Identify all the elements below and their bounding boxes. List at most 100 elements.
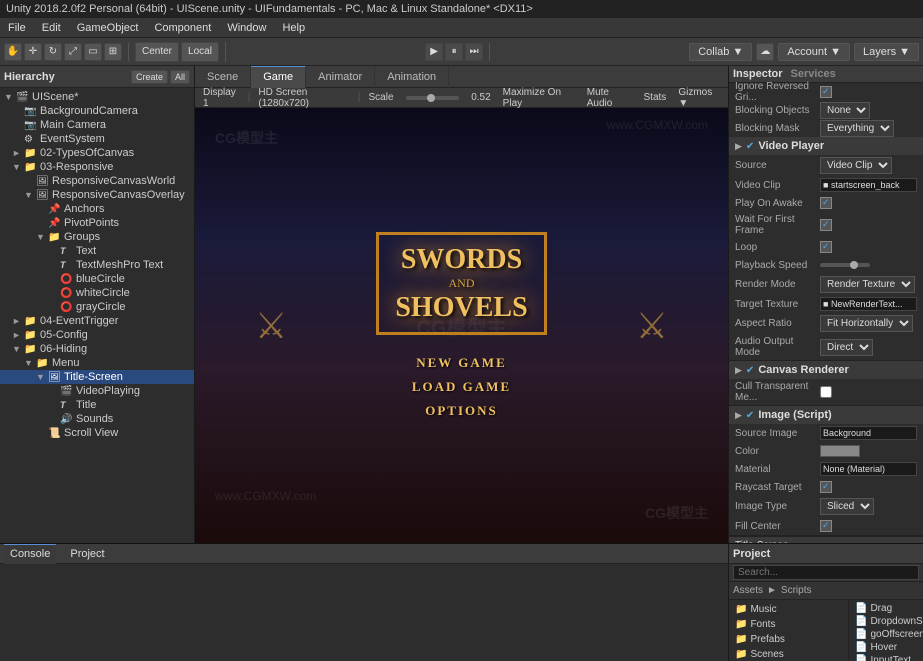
menu-window[interactable]: Window bbox=[219, 18, 274, 37]
inspector-tab[interactable]: Inspector bbox=[733, 68, 783, 80]
breadcrumb-assets[interactable]: Assets bbox=[733, 585, 763, 596]
tree-item-bluecircle[interactable]: ⭕blueCircle bbox=[0, 272, 194, 286]
loop-checkbox[interactable] bbox=[820, 241, 832, 253]
canvas-renderer-header[interactable]: ▶ ✔ Canvas Renderer bbox=[729, 361, 923, 379]
video-player-header[interactable]: ▶ ✔ Video Player bbox=[729, 137, 923, 155]
play-btn[interactable]: ▶ bbox=[425, 43, 443, 61]
tree-item-whitecircle[interactable]: ⭕whiteCircle bbox=[0, 286, 194, 300]
tree-item-text[interactable]: TText bbox=[0, 244, 194, 258]
rendermode-dropdown[interactable]: Render Texture bbox=[820, 276, 915, 293]
services-tab[interactable]: Services bbox=[791, 68, 836, 80]
file-hover[interactable]: 📄Hover bbox=[851, 641, 921, 654]
center-btn[interactable]: Center bbox=[135, 42, 179, 62]
console-tab[interactable]: Console bbox=[4, 544, 56, 564]
tree-item-pivotpoints[interactable]: 📌PivotPoints bbox=[0, 216, 194, 230]
hierarchy-create-btn[interactable]: Create bbox=[131, 70, 168, 84]
scene-tab-game[interactable]: Game bbox=[251, 66, 306, 88]
tree-item-titlescreen[interactable]: ▼🖼Title-Screen bbox=[0, 370, 194, 384]
folder-scenes[interactable]: 📁Scenes bbox=[731, 647, 846, 661]
step-btn[interactable]: ⏭ bbox=[465, 43, 483, 61]
folder-music[interactable]: 📁Music bbox=[731, 602, 846, 617]
resolution-selector[interactable]: HD Screen (1280x720) bbox=[254, 87, 354, 109]
waitforfirstframe-checkbox[interactable] bbox=[820, 219, 832, 231]
blocking-mask-dropdown[interactable]: Everything bbox=[820, 120, 894, 137]
raycasttarget-checkbox[interactable] bbox=[820, 481, 832, 493]
maximize-on-play-btn[interactable]: Maximize On Play bbox=[499, 87, 579, 109]
file-dropdownselection[interactable]: 📄DropdownSelection bbox=[851, 615, 921, 628]
layers-btn[interactable]: Layers ▼ bbox=[854, 43, 919, 61]
tree-item-maincam[interactable]: 📷Main Camera bbox=[0, 118, 194, 132]
hand-tool[interactable]: ✋ bbox=[4, 43, 22, 61]
rect-tool[interactable]: ▭ bbox=[84, 43, 102, 61]
playbackspeed-slider[interactable] bbox=[820, 263, 870, 267]
tree-item-bgcam[interactable]: 📷BackgroundCamera bbox=[0, 104, 194, 118]
playonawake-checkbox[interactable] bbox=[820, 197, 832, 209]
tree-item-groups[interactable]: ▼📁Groups bbox=[0, 230, 194, 244]
material-field[interactable]: None (Material) bbox=[820, 462, 917, 476]
breadcrumb-scripts[interactable]: Scripts bbox=[781, 585, 812, 596]
menu-component[interactable]: Component bbox=[146, 18, 219, 37]
image-header[interactable]: ▶ ✔ Image (Script) bbox=[729, 406, 923, 424]
stats-btn[interactable]: Stats bbox=[640, 92, 671, 103]
source-dropdown[interactable]: Video Clip bbox=[820, 157, 892, 174]
tree-item-04event[interactable]: ►📁04-EventTrigger bbox=[0, 314, 194, 328]
sourceimage-field[interactable]: Background bbox=[820, 426, 917, 440]
menu-edit[interactable]: Edit bbox=[34, 18, 69, 37]
fillcenter-checkbox[interactable] bbox=[820, 520, 832, 532]
tree-item-06hiding[interactable]: ▼📁06-Hiding bbox=[0, 342, 194, 356]
tree-item-eventsystem[interactable]: ⚙EventSystem bbox=[0, 132, 194, 146]
tree-item-videoplaying[interactable]: 🎬VideoPlaying bbox=[0, 384, 194, 398]
tree-item-title[interactable]: TTitle bbox=[0, 398, 194, 412]
color-swatch[interactable] bbox=[820, 445, 860, 457]
ignore-reversed-checkbox[interactable] bbox=[820, 86, 832, 98]
scene-tab-scene[interactable]: Scene bbox=[195, 66, 251, 88]
menu-file[interactable]: File bbox=[0, 18, 34, 37]
options-btn[interactable]: OPTIONS bbox=[425, 403, 498, 419]
blocking-objects-dropdown[interactable]: None bbox=[820, 102, 870, 119]
tree-item-02canvas[interactable]: ►📁02-TypesOfCanvas bbox=[0, 146, 194, 160]
gizmos-btn[interactable]: Gizmos ▼ bbox=[674, 87, 724, 109]
account-btn[interactable]: Account ▼ bbox=[778, 43, 850, 61]
mute-audio-btn[interactable]: Mute Audio bbox=[583, 87, 636, 109]
aspectratio-dropdown[interactable]: Fit Horizontally bbox=[820, 315, 913, 332]
tree-item-menu[interactable]: ▼📁Menu bbox=[0, 356, 194, 370]
tree-item-anchors[interactable]: 📌Anchors bbox=[0, 202, 194, 216]
local-btn[interactable]: Local bbox=[181, 42, 219, 62]
tree-item-canvasoverlay[interactable]: ▼🖼ResponsiveCanvasOverlay bbox=[0, 188, 194, 202]
folder-fonts[interactable]: 📁Fonts bbox=[731, 617, 846, 632]
audiooutput-dropdown[interactable]: Direct bbox=[820, 339, 873, 356]
tree-item-sounds[interactable]: 🔊Sounds bbox=[0, 412, 194, 426]
load-game-btn[interactable]: LOAD GAME bbox=[412, 379, 511, 395]
folder-prefabs[interactable]: 📁Prefabs bbox=[731, 632, 846, 647]
tree-item-03responsive[interactable]: ▼📁03-Responsive bbox=[0, 160, 194, 174]
culltransparent-checkbox[interactable] bbox=[820, 386, 832, 398]
file-inputtext[interactable]: 📄InputText bbox=[851, 654, 921, 661]
new-game-btn[interactable]: NEW GAME bbox=[416, 355, 507, 371]
cloud-icon[interactable]: ☁ bbox=[756, 43, 774, 61]
tree-item-scrollview[interactable]: 📜Scroll View bbox=[0, 426, 194, 440]
collab-btn[interactable]: Collab ▼ bbox=[689, 43, 752, 61]
move-tool[interactable]: ✛ bbox=[24, 43, 42, 61]
scene-tab-animation[interactable]: Animation bbox=[375, 66, 449, 88]
scale-slider[interactable] bbox=[406, 96, 460, 100]
tree-item-uiscene[interactable]: ▼🎬UIScene* bbox=[0, 90, 194, 104]
tree-item-textmeshpro[interactable]: TTextMeshPro Text bbox=[0, 258, 194, 272]
project-tab-btn[interactable]: Project bbox=[64, 544, 110, 564]
pause-btn[interactable]: ⏸ bbox=[445, 43, 463, 61]
tree-item-graycircle[interactable]: ⭕grayCircle bbox=[0, 300, 194, 314]
targettexture-field[interactable]: ■ NewRenderText... bbox=[820, 297, 917, 311]
menu-help[interactable]: Help bbox=[274, 18, 313, 37]
videoclip-field[interactable]: ■ startscreen_back bbox=[820, 178, 917, 192]
hierarchy-all-btn[interactable]: All bbox=[170, 70, 190, 84]
file-gooffscreen[interactable]: 📄goOffscreen bbox=[851, 628, 921, 641]
tree-item-05config[interactable]: ►📁05-Config bbox=[0, 328, 194, 342]
tree-item-canvasworld[interactable]: 🖼ResponsiveCanvasWorld bbox=[0, 174, 194, 188]
file-drag[interactable]: 📄Drag bbox=[851, 602, 921, 615]
rotate-tool[interactable]: ↻ bbox=[44, 43, 62, 61]
transform-tool[interactable]: ⊞ bbox=[104, 43, 122, 61]
scale-tool[interactable]: ⤢ bbox=[64, 43, 82, 61]
search-input[interactable] bbox=[733, 565, 919, 580]
menu-gameobject[interactable]: GameObject bbox=[69, 18, 147, 37]
scene-tab-animator[interactable]: Animator bbox=[306, 66, 375, 88]
imagetype-dropdown[interactable]: Sliced bbox=[820, 498, 874, 515]
